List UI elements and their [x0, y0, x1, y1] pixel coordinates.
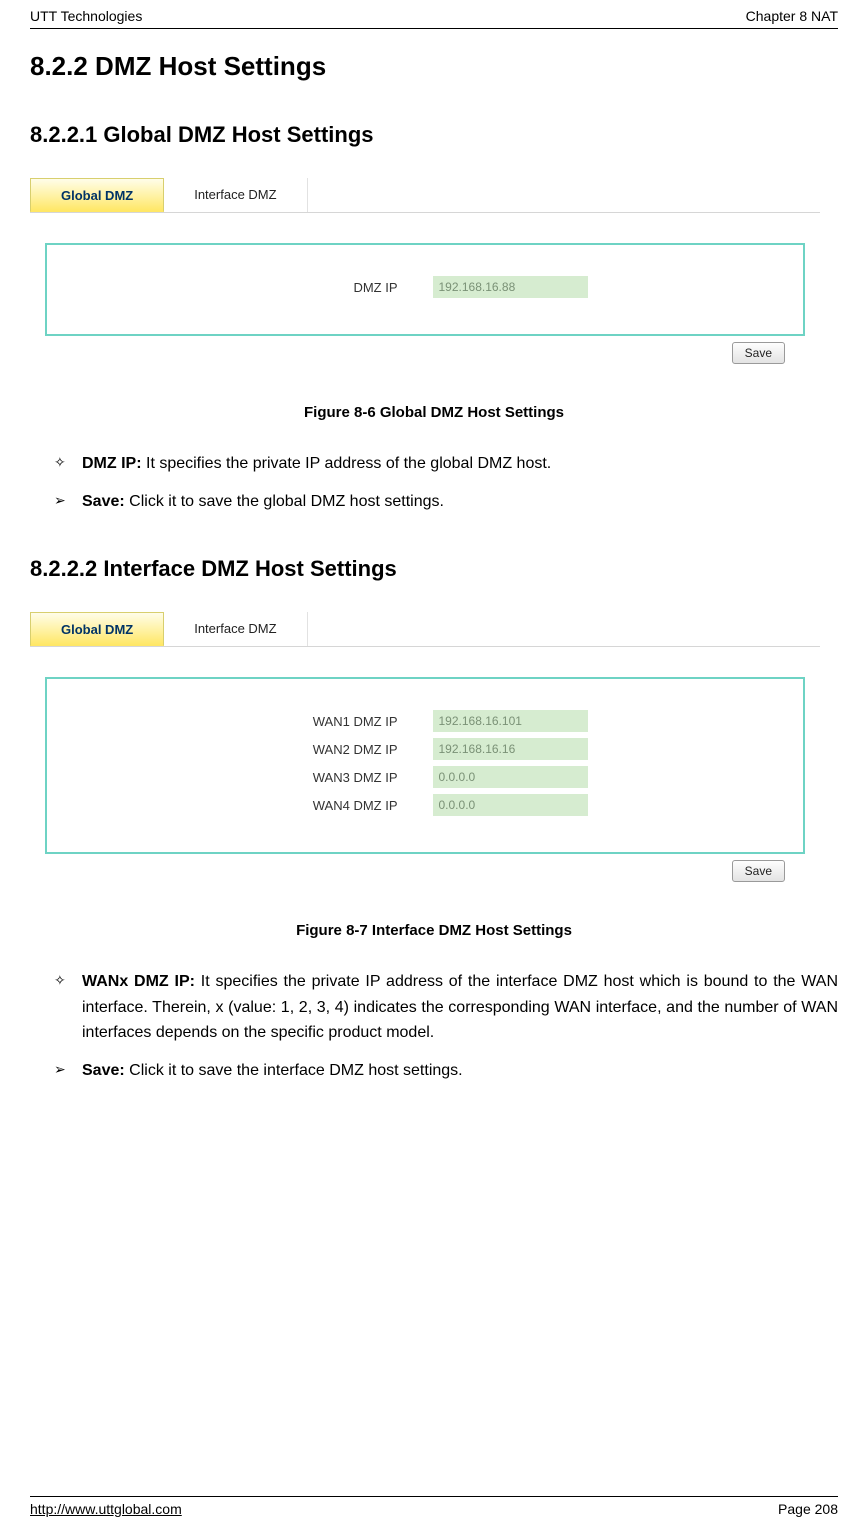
label-wan2-dmz-ip: WAN2 DMZ IP	[263, 742, 433, 757]
tabstrip: Global DMZ Interface DMZ	[30, 178, 820, 213]
bullet-desc: It specifies the private IP address of t…	[82, 973, 838, 1041]
field-row-wan2: WAN2 DMZ IP 192.168.16.16	[67, 738, 783, 760]
chevron-icon: ➢	[54, 1058, 82, 1084]
input-wan4-dmz-ip[interactable]: 0.0.0.0	[433, 794, 588, 816]
figure-interface-dmz: Global DMZ Interface DMZ WAN1 DMZ IP 192…	[30, 612, 820, 892]
bullet-dmz-ip: ✧ DMZ IP: It specifies the private IP ad…	[54, 451, 838, 477]
input-wan2-dmz-ip[interactable]: 192.168.16.16	[433, 738, 588, 760]
page-header: UTT Technologies Chapter 8 NAT	[30, 0, 838, 29]
label-wan4-dmz-ip: WAN4 DMZ IP	[263, 798, 433, 813]
chevron-icon: ➢	[54, 489, 82, 515]
figure-caption-8-6: Figure 8-6 Global DMZ Host Settings	[30, 404, 838, 421]
figure-caption-8-7: Figure 8-7 Interface DMZ Host Settings	[30, 922, 838, 939]
section-heading-8-2-2-2: 8.2.2.2 Interface DMZ Host Settings	[30, 556, 838, 582]
field-row-wan1: WAN1 DMZ IP 192.168.16.101	[67, 710, 783, 732]
bullet-wanx-dmz-ip: ✧ WANx DMZ IP: It specifies the private …	[54, 969, 838, 1046]
bullet-text: Save: Click it to save the global DMZ ho…	[82, 489, 838, 515]
label-wan1-dmz-ip: WAN1 DMZ IP	[263, 714, 433, 729]
diamond-icon: ✧	[54, 451, 82, 477]
settings-panel: DMZ IP 192.168.16.88	[45, 243, 805, 336]
field-row-wan3: WAN3 DMZ IP 0.0.0.0	[67, 766, 783, 788]
page-footer: http://www.uttglobal.com Page 208	[30, 1496, 838, 1517]
input-dmz-ip[interactable]: 192.168.16.88	[433, 276, 588, 298]
bullet-text: WANx DMZ IP: It specifies the private IP…	[82, 969, 838, 1046]
bullet-save-global: ➢ Save: Click it to save the global DMZ …	[54, 489, 838, 515]
field-row-wan4: WAN4 DMZ IP 0.0.0.0	[67, 794, 783, 816]
save-button[interactable]: Save	[732, 860, 785, 882]
bullet-label: DMZ IP:	[82, 455, 142, 472]
save-row: Save	[45, 854, 805, 882]
tabstrip: Global DMZ Interface DMZ	[30, 612, 820, 647]
figure-global-dmz: Global DMZ Interface DMZ DMZ IP 192.168.…	[30, 178, 820, 374]
tab-global-dmz[interactable]: Global DMZ	[30, 178, 164, 212]
bullet-desc: Click it to save the global DMZ host set…	[125, 493, 444, 510]
bullet-label: Save:	[82, 1062, 125, 1079]
input-wan1-dmz-ip[interactable]: 192.168.16.101	[433, 710, 588, 732]
bullet-text: DMZ IP: It specifies the private IP addr…	[82, 451, 838, 477]
tab-interface-dmz[interactable]: Interface DMZ	[164, 612, 307, 646]
bullet-text: Save: Click it to save the interface DMZ…	[82, 1058, 838, 1084]
input-wan3-dmz-ip[interactable]: 0.0.0.0	[433, 766, 588, 788]
settings-panel: WAN1 DMZ IP 192.168.16.101 WAN2 DMZ IP 1…	[45, 677, 805, 854]
bullet-label: Save:	[82, 493, 125, 510]
save-row: Save	[45, 336, 805, 364]
bullet-save-interface: ➢ Save: Click it to save the interface D…	[54, 1058, 838, 1084]
bullet-label: WANx DMZ IP:	[82, 973, 195, 990]
panel-outer: WAN1 DMZ IP 192.168.16.101 WAN2 DMZ IP 1…	[30, 647, 820, 892]
save-button[interactable]: Save	[732, 342, 785, 364]
label-dmz-ip: DMZ IP	[263, 280, 433, 295]
panel-outer: DMZ IP 192.168.16.88 Save	[30, 213, 820, 374]
tab-global-dmz[interactable]: Global DMZ	[30, 612, 164, 646]
section-heading-8-2-2: 8.2.2 DMZ Host Settings	[30, 51, 838, 82]
footer-page: Page 208	[778, 1501, 838, 1517]
bullet-desc: Click it to save the interface DMZ host …	[125, 1062, 463, 1079]
label-wan3-dmz-ip: WAN3 DMZ IP	[263, 770, 433, 785]
header-right: Chapter 8 NAT	[746, 8, 838, 24]
footer-url[interactable]: http://www.uttglobal.com	[30, 1501, 182, 1517]
bullet-desc: It specifies the private IP address of t…	[142, 455, 552, 472]
field-row-dmz-ip: DMZ IP 192.168.16.88	[67, 276, 783, 298]
section-heading-8-2-2-1: 8.2.2.1 Global DMZ Host Settings	[30, 122, 838, 148]
tab-interface-dmz[interactable]: Interface DMZ	[164, 178, 307, 212]
header-left: UTT Technologies	[30, 8, 142, 24]
diamond-icon: ✧	[54, 969, 82, 1046]
